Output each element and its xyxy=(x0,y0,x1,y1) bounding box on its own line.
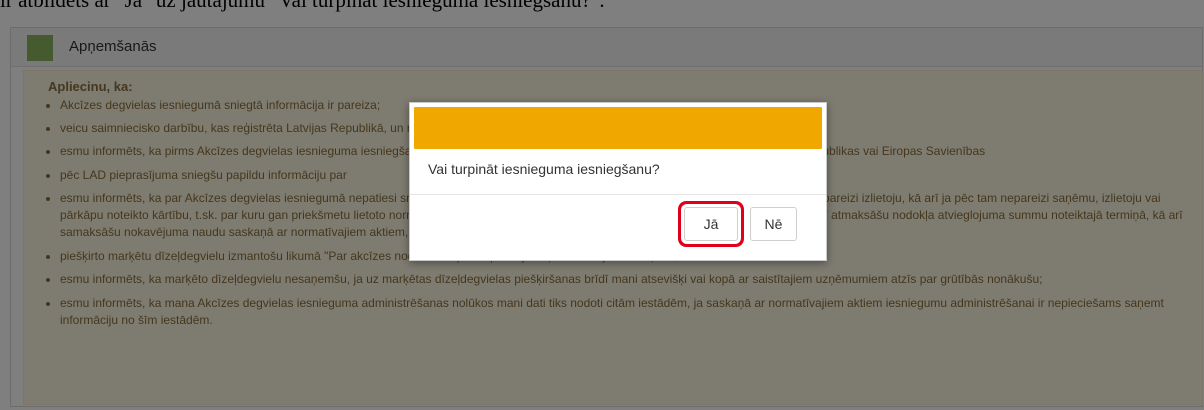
yes-button[interactable]: Jā xyxy=(684,207,738,241)
confirm-dialog: Vai turpināt iesnieguma iesniegšanu? Jā … xyxy=(409,102,827,261)
no-button[interactable]: Nē xyxy=(750,207,797,241)
dialog-header-bar xyxy=(414,107,822,149)
dialog-divider xyxy=(410,194,826,195)
dialog-message: Vai turpināt iesnieguma iesniegšanu? xyxy=(428,161,660,177)
